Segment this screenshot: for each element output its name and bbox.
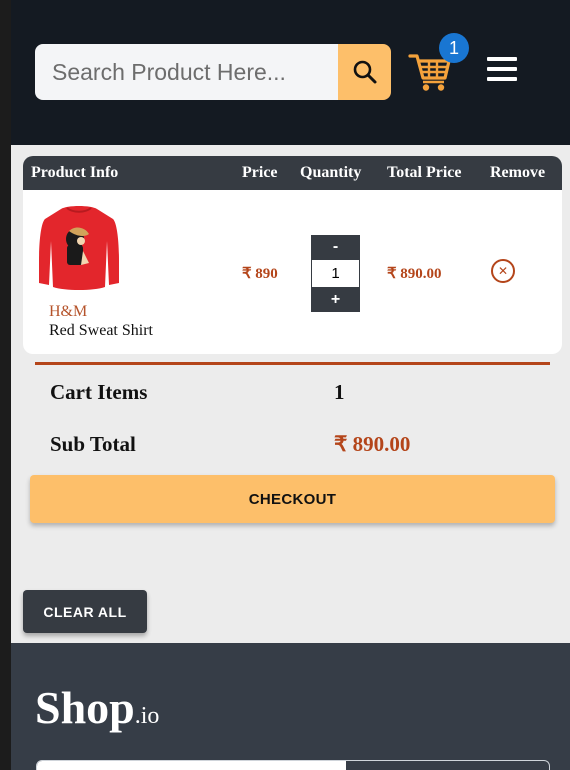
product-price: ₹ 890 [242,266,278,282]
cart-page: Product Info Price Quantity Total Price … [11,145,570,643]
footer-logo[interactable]: Shop.io [35,681,159,734]
search-button[interactable] [338,44,391,100]
close-circle-icon: ✕ [497,264,509,278]
search-bar [35,44,391,100]
cart-items-value: 1 [334,380,345,404]
product-image[interactable] [37,201,121,293]
footer: Shop.io [11,643,570,770]
cart-table: Product Info Price Quantity Total Price … [23,156,562,354]
quantity-stepper: - + [311,235,360,312]
logo-suffix-text: .io [134,703,160,729]
product-brand: H&M [49,303,88,320]
decrease-quantity-button[interactable]: - [311,235,360,259]
logo-main-text: Shop [35,682,135,733]
increase-quantity-button[interactable]: + [311,288,360,312]
checkout-button[interactable]: CHECKOUT [30,475,555,523]
footer-subscribe-input[interactable] [36,760,550,770]
clear-all-button[interactable]: CLEAR ALL [23,590,147,633]
header-total-price: Total Price [387,164,462,181]
subtotal-value: ₹ 890.00 [334,432,411,456]
left-edge-strip [0,0,11,770]
header-product-info: Product Info [31,164,119,181]
search-input[interactable] [35,44,339,100]
header-quantity: Quantity [300,164,362,181]
cart-items-label: Cart Items [50,380,148,404]
quantity-input[interactable] [311,259,360,288]
cart-count-badge: 1 [439,33,469,63]
search-icon [353,60,376,84]
summary-divider [35,362,550,365]
product-name: Red Sweat Shirt [49,322,153,339]
header-remove: Remove [490,164,546,181]
table-header: Product Info Price Quantity Total Price … [23,156,562,190]
subtotal-label: Sub Total [50,432,136,456]
hamburger-menu-icon[interactable] [487,57,517,83]
row-total-price: ₹ 890.00 [387,266,442,282]
header: 1 [11,0,570,145]
header-price: Price [242,164,278,181]
remove-item-button[interactable]: ✕ [491,259,515,283]
